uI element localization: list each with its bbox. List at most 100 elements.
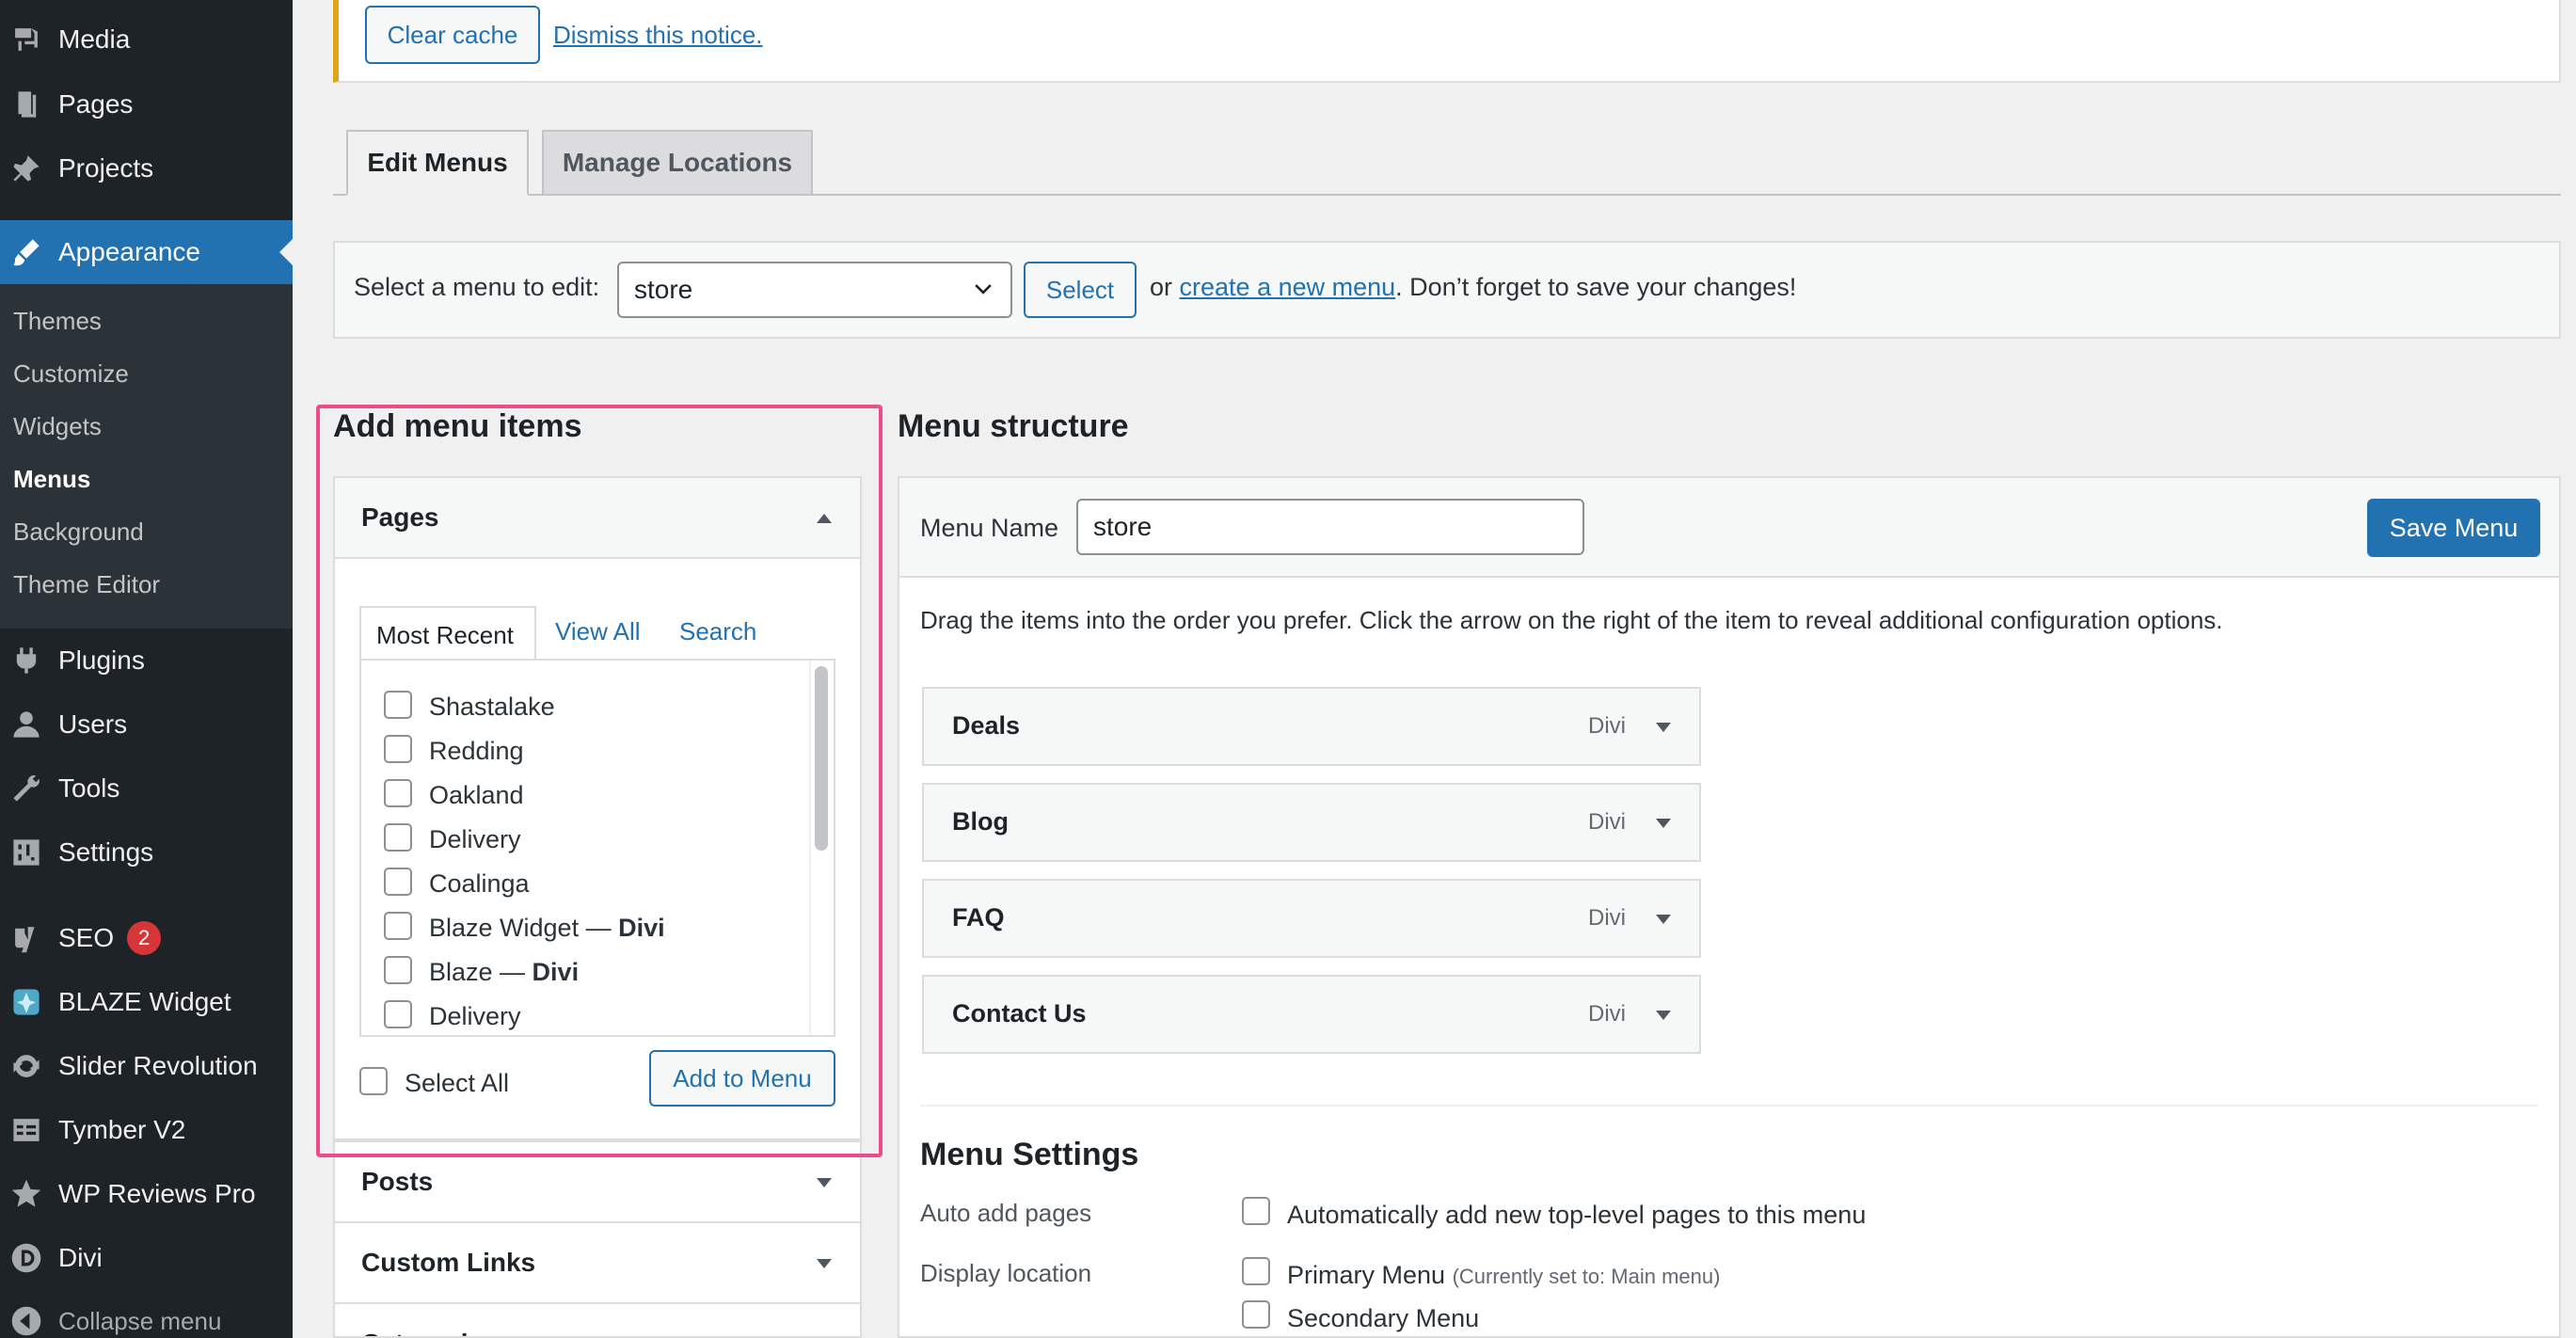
collapse-icon [8,1302,45,1338]
custom-links-panel-header[interactable]: Custom Links [335,1223,860,1302]
menu-item-title: FAQ [952,903,1005,932]
appearance-submenu: Themes Customize Widgets Menus Backgroun… [0,284,293,629]
highlight-box [316,405,883,1157]
sidebar-item-label: Tools [58,773,120,803]
submenu-widgets[interactable]: Widgets [13,412,102,441]
display-location-label: Display location [920,1259,1092,1287]
user-icon [8,706,45,743]
auto-add-checkbox[interactable] [1242,1197,1270,1225]
chevron-down-icon [971,277,995,308]
sidebar-item-label: Divi [58,1243,103,1272]
menu-item-deals[interactable]: Deals Divi [922,687,1701,766]
categories-panel-title: Categories [361,1329,498,1336]
submenu-theme-editor[interactable]: Theme Editor [13,570,160,599]
create-new-menu-link[interactable]: create a new menu [1180,273,1396,301]
sidebar-item-tymber[interactable]: Tymber V2 [0,1098,293,1162]
menu-name-bar: Menu Name store Save Menu [899,478,2559,578]
collapse-menu-button[interactable]: Collapse menu [0,1289,293,1338]
blaze-icon [8,983,45,1021]
sidebar-item-label: Media [58,24,131,54]
tab-divider [333,194,2561,196]
menu-select-dropdown[interactable]: store [617,262,1012,318]
expand-arrow-icon [817,1178,832,1187]
sidebar-item-settings[interactable]: Settings [0,820,293,884]
settings-icon [8,834,45,871]
custom-links-panel[interactable]: Custom Links [333,1221,862,1302]
primary-menu-label: Primary Menu (Currently set to: Main men… [1287,1261,1721,1289]
sidebar-item-slider-revolution[interactable]: Slider Revolution [0,1034,293,1098]
expand-arrow-icon[interactable] [1656,819,1671,828]
wrench-icon [8,770,45,807]
admin-sidebar: Media Pages Projects Appearance Themes C… [0,0,293,1338]
primary-menu-note: (Currently set to: Main menu) [1452,1265,1721,1288]
sidebar-item-tools[interactable]: Tools [0,757,293,820]
menu-item-type: Divi [1588,905,1626,931]
save-menu-button[interactable]: Save Menu [2367,499,2540,557]
menu-item-faq[interactable]: FAQ Divi [922,879,1701,958]
expand-arrow-icon[interactable] [1656,915,1671,924]
sidebar-item-label: Tymber V2 [58,1115,186,1144]
menu-instructions: Drag the items into the order you prefer… [920,606,2223,634]
or-text: or [1150,273,1173,301]
submenu-themes[interactable]: Themes [13,307,102,336]
plugin-icon [8,642,45,679]
menu-item-contact-us[interactable]: Contact Us Divi [922,975,1701,1054]
menu-structure-panel: Menu Name store Save Menu Drag the items… [898,476,2561,1338]
sidebar-item-plugins[interactable]: Plugins [0,629,293,693]
menu-item-blog[interactable]: Blog Divi [922,783,1701,862]
clear-cache-button[interactable]: Clear cache [365,6,540,64]
sidebar-item-label: Users [58,709,128,739]
sidebar-item-wp-reviews[interactable]: WP Reviews Pro [0,1162,293,1226]
notification-badge: 2 [127,921,162,955]
menu-item-type: Divi [1588,713,1626,739]
sidebar-item-label: BLAZE Widget [58,987,231,1016]
dismiss-notice-link[interactable]: Dismiss this notice. [553,21,763,50]
sidebar-item-pages[interactable]: Pages [0,72,293,136]
categories-panel[interactable]: Categories [333,1302,862,1338]
tab-edit-menus[interactable]: Edit Menus [346,130,529,196]
expand-arrow-icon [817,1259,832,1268]
refresh-icon [8,1047,45,1085]
menu-item-type: Divi [1588,809,1626,835]
sidebar-item-label: Settings [58,837,154,867]
posts-panel-title: Posts [361,1167,434,1196]
menu-name-input[interactable]: store [1076,499,1584,555]
menu-item-title: Deals [952,711,1021,740]
tab-manage-locations[interactable]: Manage Locations [542,130,813,194]
sidebar-item-divi[interactable]: Divi [0,1226,293,1290]
submenu-customize[interactable]: Customize [13,359,129,389]
submenu-background[interactable]: Background [13,518,144,547]
menu-select-value: store [634,275,693,304]
custom-links-panel-title: Custom Links [361,1248,536,1277]
sidebar-item-media[interactable]: Media [0,8,293,72]
star-icon [8,1175,45,1213]
select-menu-hint: or create a new menu. Don’t forget to sa… [1150,273,1796,302]
secondary-menu-checkbox[interactable] [1242,1300,1270,1329]
sidebar-item-seo[interactable]: SEO 2 [0,906,293,970]
media-icon [8,21,45,58]
sidebar-item-label: Pages [58,89,134,119]
sidebar-item-appearance[interactable]: Appearance [0,220,293,284]
sidebar-item-blaze-widget[interactable]: BLAZE Widget [0,970,293,1034]
sidebar-item-users[interactable]: Users [0,693,293,757]
save-reminder-text: . Don’t forget to save your changes! [1395,273,1797,301]
select-menu-button[interactable]: Select [1024,262,1137,318]
menu-item-title: Contact Us [952,999,1087,1027]
cache-notice: Clear cache Dismiss this notice. [333,0,2561,83]
expand-arrow-icon[interactable] [1656,1011,1671,1020]
submenu-menus[interactable]: Menus [13,465,90,494]
select-menu-bar: Select a menu to edit: store Select or c… [333,241,2561,339]
menu-name-label: Menu Name [920,514,1059,542]
divi-icon [8,1239,45,1277]
secondary-menu-label: Secondary Menu [1287,1304,1480,1332]
sidebar-item-label: WP Reviews Pro [58,1179,256,1208]
sidebar-item-label: SEO [58,923,115,952]
primary-menu-checkbox[interactable] [1242,1257,1270,1285]
expand-arrow-icon[interactable] [1656,723,1671,732]
auto-add-option-label: Automatically add new top-level pages to… [1287,1201,1867,1229]
menu-structure-heading: Menu structure [898,408,1129,444]
menu-settings-heading: Menu Settings [920,1137,1139,1172]
settings-divider [920,1105,2538,1107]
sidebar-item-projects[interactable]: Projects [0,136,293,200]
sidebar-item-label: Plugins [58,645,145,675]
